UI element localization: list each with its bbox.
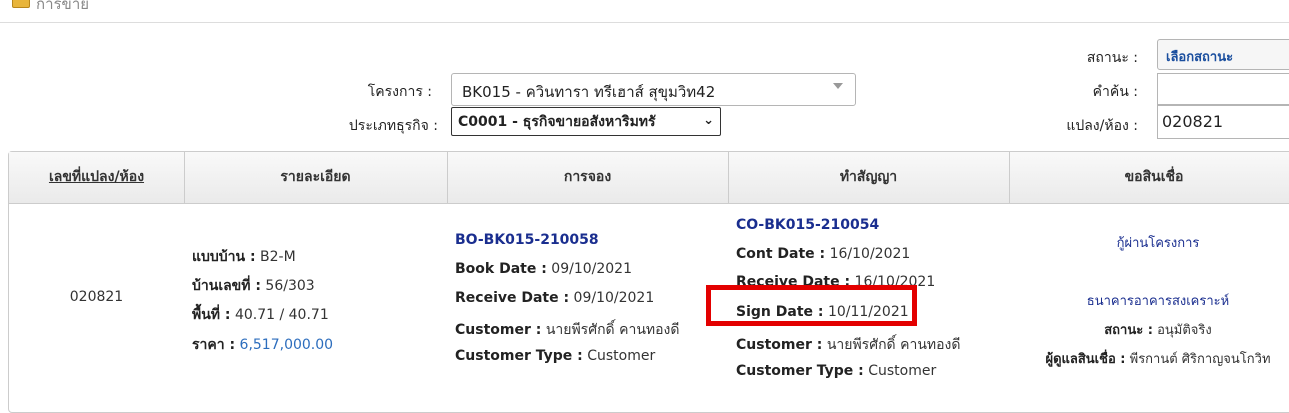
book-date-label: Book Date : (455, 261, 547, 277)
loan-status-value: อนุมัติจริง (1157, 323, 1212, 338)
column-header-details: รายละเอียด (184, 152, 448, 203)
house-type-value: B2-M (260, 249, 296, 265)
area-label: พื้นที่ : (192, 307, 231, 323)
booking-receive-date-value: 09/10/2021 (573, 290, 655, 306)
dropdown-arrow-icon (833, 83, 843, 89)
cont-date-value: 16/10/2021 (829, 246, 911, 262)
price-value: 6,517,000.00 (239, 337, 334, 353)
section-title: การขาย (36, 0, 90, 13)
unit-label: แปลง/ห้อง : (1066, 118, 1138, 134)
business-type-label: ประเภทธุรกิจ : (348, 118, 438, 134)
contract-code-link[interactable]: CO-BK015-210054 (736, 217, 879, 233)
table-header: เลขที่แปลง/ห้อง รายละเอียด การจอง ทำสัญญ… (9, 152, 1289, 204)
status-select[interactable]: เลือกสถานะ (1157, 39, 1289, 70)
house-no-label: บ้านเลขที่ : (192, 278, 261, 294)
cont-date-label: Cont Date : (736, 246, 826, 262)
house-type-label: แบบบ้าน : (192, 249, 256, 265)
area-value: 40.71 / 40.71 (234, 307, 329, 323)
section-header: การขาย (0, 0, 1289, 23)
sign-date-highlight (706, 285, 917, 326)
booking-receive-date-label: Receive Date : (455, 290, 570, 306)
status-label: สถานะ : (1086, 50, 1138, 66)
unit-input[interactable]: 020821 (1157, 105, 1289, 139)
contract-customer-label: Customer : (736, 337, 823, 353)
book-date-value: 09/10/2021 (551, 261, 632, 277)
folder-icon (12, 0, 30, 8)
table-row: 020821 แบบบ้าน : B2-M บ้านเลขที่ : 56/30… (9, 204, 1289, 404)
column-header-booking: การจอง (447, 152, 729, 203)
chevron-down-icon: ⌄ (703, 113, 714, 128)
booking-code-link[interactable]: BO-BK015-210058 (455, 232, 599, 248)
column-header-contract: ทำสัญญา (728, 152, 1010, 203)
business-type-value: C0001 - ธุรกิจขายอสังหาริมทรั (458, 114, 656, 130)
unit-number: 020821 (69, 289, 124, 305)
loan-officer-label: ผู้ดูแลสินเชื่อ : (1045, 352, 1126, 367)
booking-customer-type-label: Customer Type : (455, 348, 583, 364)
booking-customer-value: นายพีรศักดิ์ คานทองดี (545, 322, 680, 338)
search-label: คำค้น : (1092, 84, 1138, 100)
business-type-select[interactable]: C0001 - ธุรกิจขายอสังหาริมทรั ⌄ (451, 107, 721, 136)
search-input[interactable] (1157, 73, 1289, 105)
house-no-value: 56/303 (265, 278, 315, 294)
price-label: ราคา : (192, 337, 236, 353)
loan-officer-value: พีรกานต์ ศิริกาญจนโกวิท (1129, 352, 1271, 367)
sales-table: เลขที่แปลง/ห้อง รายละเอียด การจอง ทำสัญญ… (8, 151, 1289, 413)
contract-customer-value: นายพีรศักดิ์ คานทองดี (826, 337, 961, 353)
loan-project-link[interactable]: กู้ผ่านโครงการ (1017, 232, 1289, 253)
project-select-value: BK015 - ควินทารา ทรีเฮาส์ สุขุมวิท42 (462, 83, 716, 101)
bank-name-link[interactable]: ธนาคารอาคารสงเคราะห์ (1017, 290, 1289, 311)
contract-customer-type-label: Customer Type : (736, 363, 864, 379)
project-label: โครงการ : (367, 84, 432, 100)
column-header-unit[interactable]: เลขที่แปลง/ห้อง (9, 152, 185, 203)
loan-status-label: สถานะ : (1104, 323, 1153, 338)
project-select[interactable]: BK015 - ควินทารา ทรีเฮาส์ สุขุมวิท42 (451, 73, 856, 106)
booking-customer-type-value: Customer (587, 348, 656, 364)
booking-customer-label: Customer : (455, 322, 542, 338)
column-header-loan: ขอสินเชื่อ (1124, 169, 1184, 185)
contract-customer-type-value: Customer (868, 363, 937, 379)
status-select-value: เลือกสถานะ (1166, 50, 1234, 65)
